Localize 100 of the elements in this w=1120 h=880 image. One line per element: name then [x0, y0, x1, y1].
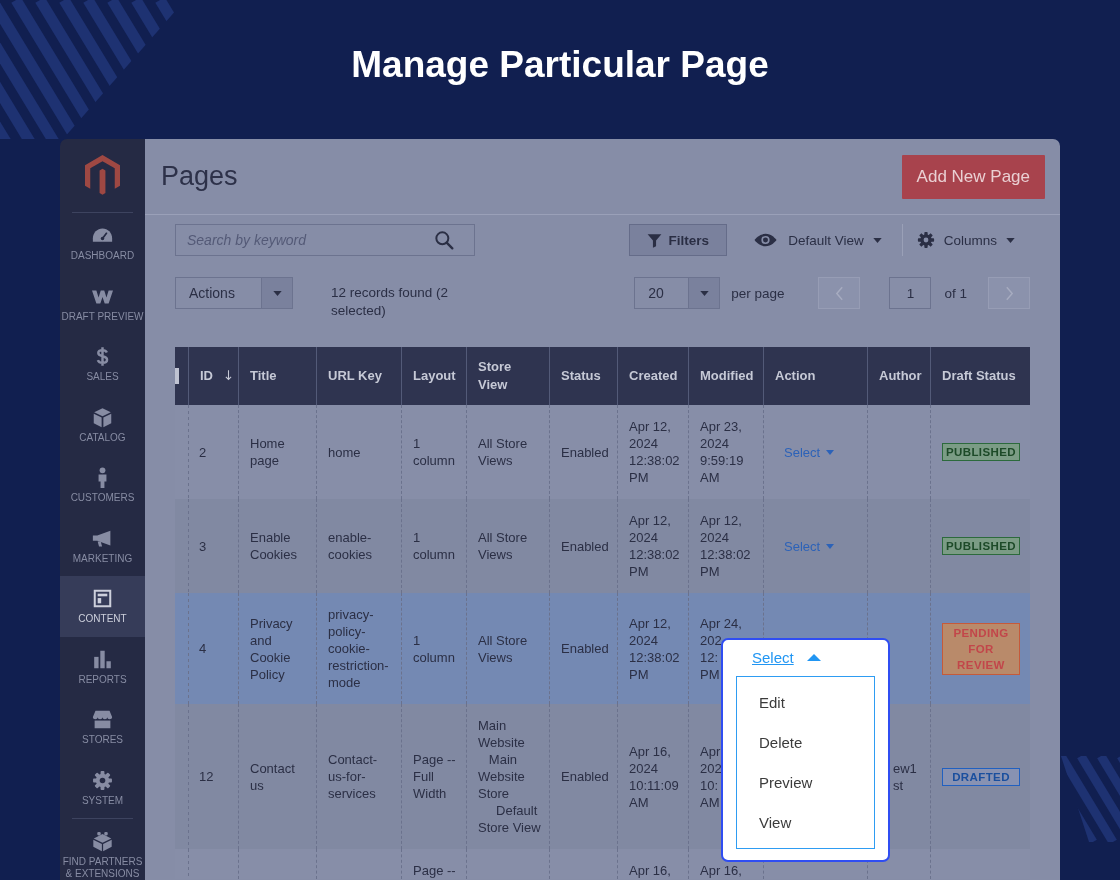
sidebar-item[interactable]: MARKETING — [60, 515, 145, 576]
sidebar-item[interactable]: DRAFT PREVIEW — [60, 273, 145, 334]
column-header[interactable]: Layout — [401, 347, 466, 405]
table-cell: Contact us — [250, 759, 295, 794]
table-cell: 3 — [199, 537, 207, 555]
caret-icon — [872, 237, 882, 243]
table-cell: Main Website Main Website Store Default Store View — [478, 717, 541, 836]
table-cell: All Store Views — [478, 631, 528, 666]
sidebar-item[interactable]: CATALOG — [60, 394, 145, 455]
gear-icon — [92, 769, 113, 791]
hexagon-logo-icon — [85, 155, 120, 196]
table-cell: Enabled — [561, 443, 609, 461]
table-cell: Apr 12, 2024 12:38:02 PM — [629, 614, 680, 683]
column-header[interactable]: Created — [617, 347, 688, 405]
table-cell: Apr 12, 2024 12:38:02 PM — [629, 418, 680, 486]
sidebar-item[interactable]: REPORTS — [60, 636, 145, 697]
table-cell: Apr 202 10: AM — [700, 742, 722, 811]
layout-icon — [92, 588, 113, 609]
column-header[interactable]: Author — [867, 347, 930, 405]
column-header[interactable]: Modified — [688, 347, 763, 405]
chevron-right-icon — [1004, 285, 1014, 301]
table-cell: All Store Views — [478, 435, 528, 469]
eye-icon — [754, 233, 778, 247]
table-cell: Apr 12, 2024 12:38:02 PM — [700, 512, 751, 580]
column-header[interactable]: Draft Status — [930, 347, 1030, 405]
caret-icon — [826, 543, 835, 549]
column-header[interactable]: Store View — [466, 347, 549, 405]
records-count: 12 records found (2 selected) — [331, 284, 450, 320]
table-cell: All Store Views — [478, 529, 528, 563]
table-cell: 2 — [199, 443, 207, 461]
page-heading: Manage Particular Page — [351, 43, 769, 87]
table-cell: Apr 23, 2024 9:59:19 AM — [700, 418, 744, 486]
table-cell: ew1 st — [893, 759, 917, 794]
table-cell: home — [328, 443, 361, 461]
table-cell: 1 column — [413, 435, 455, 469]
gear-icon — [916, 231, 935, 249]
search-icon[interactable] — [434, 230, 454, 250]
sidebar-item[interactable]: CONTENT — [60, 576, 145, 637]
status-badge: DRAFTED — [942, 767, 1020, 786]
caret-icon — [806, 654, 821, 661]
columns-dropdown[interactable]: Columns — [916, 224, 1015, 256]
status-badge: PENDING FOR REVIEW — [942, 622, 1020, 675]
menu-item[interactable]: Edit — [737, 682, 874, 723]
status-badge: PUBLISHED — [942, 537, 1020, 555]
bricks-icon — [92, 831, 113, 852]
menu-item[interactable]: Preview — [737, 762, 874, 803]
filters-button[interactable]: Filters — [629, 224, 728, 256]
cube-icon — [92, 406, 113, 428]
page-total: of 1 — [944, 285, 967, 301]
table-cell: enable- cookies — [328, 529, 373, 563]
sidebar-item[interactable]: DASHBOARD — [60, 213, 145, 274]
storefront-icon — [92, 709, 113, 730]
page-number-field[interactable]: 1 — [889, 277, 932, 309]
table-cell: Apr 24, 202 12: PM — [700, 614, 742, 683]
caret-icon — [1006, 237, 1015, 243]
table-cell: Contact- us-for- services — [328, 751, 378, 802]
sidebar-item[interactable]: SYSTEM — [60, 757, 145, 818]
menu-item[interactable]: View — [737, 802, 874, 843]
sort-arrow-icon — [225, 370, 232, 381]
view-dropdown[interactable]: Default View — [754, 224, 882, 256]
table-cell: Apr 12, 2024 12:38:02 PM — [629, 512, 680, 580]
table-cell: Apr 16, — [629, 862, 671, 879]
table-cell: Enabled — [561, 537, 609, 555]
table-cell: Enabled — [561, 640, 609, 657]
caret-icon — [699, 290, 709, 296]
table-cell: privacy- policy- cookie- restriction- mode — [328, 606, 389, 691]
sidebar-item[interactable]: STORES — [60, 697, 145, 758]
table-cell: Apr 16, 2024 10:11:09 AM — [629, 742, 679, 811]
dropdown-toggle-button[interactable] — [261, 278, 292, 308]
menu-item[interactable]: Delete — [737, 722, 874, 763]
table-cell: Enabled — [561, 768, 609, 785]
sidebar-item[interactable]: CUSTOMERS — [60, 455, 145, 516]
caret-icon — [272, 290, 282, 296]
column-header[interactable]: ID — [188, 347, 238, 405]
per-page-label: per page — [731, 285, 785, 301]
chevron-left-icon — [834, 285, 844, 301]
table-cell: 12 — [199, 768, 214, 785]
funnel-icon — [647, 232, 663, 248]
checkbox[interactable] — [175, 368, 179, 384]
dropdown-toggle-button[interactable] — [688, 278, 720, 308]
table-cell: Privacy and Cookie Policy — [250, 614, 293, 683]
select-button[interactable]: Select — [752, 639, 821, 676]
table-cell: Apr 16, — [700, 862, 742, 879]
column-header[interactable]: Action — [763, 347, 867, 405]
table-cell: Home page — [250, 435, 285, 469]
column-header[interactable]: Title — [238, 347, 316, 405]
actions-dropdown[interactable]: Actions — [175, 277, 293, 309]
sidebar-item[interactable]: SALES — [60, 334, 145, 395]
table-cell: 4 — [199, 640, 207, 657]
column-header[interactable]: URL Key — [316, 347, 401, 405]
caret-icon — [826, 449, 835, 455]
per-page-dropdown[interactable]: 20 — [634, 277, 721, 309]
sidebar-item[interactable]: FIND PARTNERS & EXTENSIONS — [60, 819, 145, 880]
table-cell: 1 column — [413, 529, 455, 563]
table-cell: Page -- Full Width — [413, 751, 456, 802]
add-new-page-button[interactable]: Add New Page — [901, 154, 1045, 199]
column-header[interactable]: Status — [549, 347, 617, 405]
status-badge: PUBLISHED — [942, 443, 1020, 461]
bar-chart-icon — [92, 648, 113, 670]
table-cell: Page -- — [413, 862, 456, 879]
